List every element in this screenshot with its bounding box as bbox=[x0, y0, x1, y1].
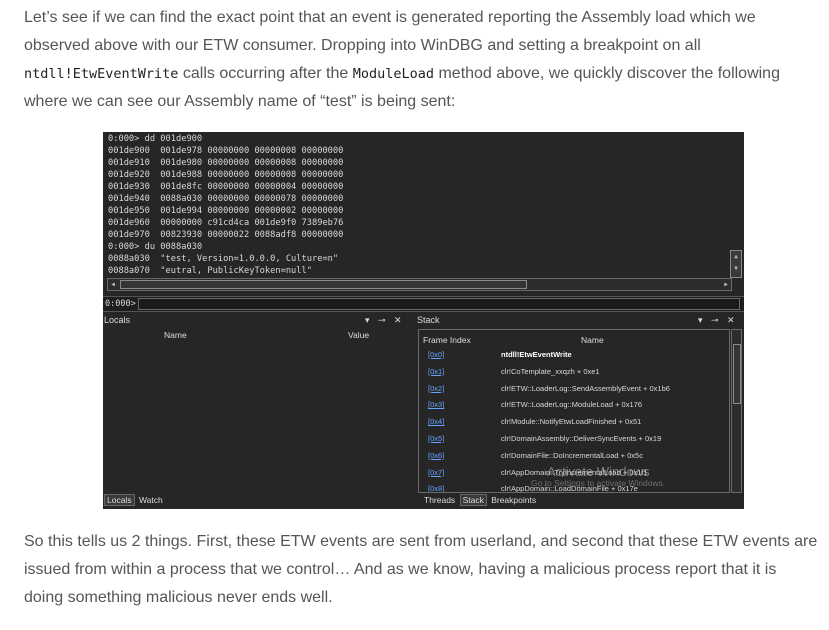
output-line: 0088a070 "eutral, PublicKeyToken=null" bbox=[108, 266, 312, 276]
tab-stack[interactable]: Stack bbox=[459, 494, 487, 506]
output-line: 001de960 00000000 c91cd4ca 001de9f0 7389… bbox=[108, 218, 344, 228]
locals-title: Locals bbox=[104, 315, 131, 325]
frame-index-link[interactable]: [0x0] bbox=[428, 347, 444, 363]
locals-tabs: Locals Watch bbox=[104, 494, 165, 506]
frame-name: clr!DomainFile::DoIncrementalLoad + 0x5c bbox=[501, 450, 643, 460]
code-moduleload: ModuleLoad bbox=[352, 66, 435, 82]
scroll-thumb[interactable] bbox=[120, 280, 527, 289]
stack-tabs: Threads Stack Breakpoints bbox=[422, 494, 538, 506]
locals-panel-controls[interactable]: ▾ ⊸ ✕ bbox=[365, 314, 405, 326]
command-input[interactable] bbox=[138, 298, 740, 310]
output-horizontal-scrollbar[interactable]: ◀ ▶ bbox=[107, 278, 732, 291]
stack-frame-row[interactable]: [0x3] clr!ETW::LoaderLog::ModuleLoad + 0x… bbox=[419, 397, 729, 413]
code-etweventwrite: ntdll!EtwEventWrite bbox=[24, 66, 179, 82]
activate-windows-hint: Go to Settings to activate Windows. bbox=[531, 478, 666, 488]
frame-name: ntdll!EtwEventWrite bbox=[501, 350, 572, 359]
output-line: 001de930 001de8fc 00000000 00000004 0000… bbox=[108, 182, 344, 192]
activate-windows-watermark: Activate Windows bbox=[547, 464, 650, 479]
output-scrollbar[interactable]: ▲ ▼ bbox=[730, 250, 742, 278]
output-line: 001de900 001de978 00000000 00000008 0000… bbox=[108, 146, 344, 156]
windbg-screenshot: 0:000> dd 001de900 001de900 001de978 0000… bbox=[103, 132, 744, 509]
frame-index-link[interactable]: [0x2] bbox=[428, 381, 444, 397]
tab-watch[interactable]: Watch bbox=[137, 495, 165, 505]
stack-frame-row[interactable]: [0x2] clr!ETW::LoaderLog::SendAssemblyEve… bbox=[419, 381, 729, 397]
output-line: 0088a030 "test, Version=1.0.0.0, Culture… bbox=[108, 254, 339, 264]
stack-scrollbar[interactable] bbox=[731, 329, 742, 493]
locals-col-name[interactable]: Name bbox=[164, 329, 187, 341]
stack-frame-row[interactable]: [0x1] clr!CoTemplate_xxqzh + 0xe1 bbox=[419, 364, 729, 380]
output-line: 0:000> dd 001de900 bbox=[108, 134, 203, 144]
command-bar: 0:000> bbox=[103, 296, 744, 312]
stack-scroll-thumb[interactable] bbox=[733, 344, 741, 404]
locals-col-value[interactable]: Value bbox=[348, 329, 369, 341]
frame-index-link[interactable]: [0x8] bbox=[428, 481, 444, 492]
scroll-right-icon[interactable]: ▶ bbox=[721, 279, 731, 290]
locals-panel: Locals ▾ ⊸ ✕ Name Value Locals Watch bbox=[103, 313, 411, 509]
output-line: 001de970 00823930 00000022 0088adf8 0000… bbox=[108, 230, 344, 240]
stack-frame-row[interactable]: [0x6] clr!DomainFile::DoIncrementalLoad +… bbox=[419, 448, 729, 464]
locals-list bbox=[104, 343, 410, 493]
frame-index-link[interactable]: [0x3] bbox=[428, 397, 444, 413]
stack-frame-row[interactable]: [0x4] clr!Module::NotifyEtwLoadFinished +… bbox=[419, 414, 729, 430]
frame-index-link[interactable]: [0x4] bbox=[428, 414, 444, 430]
stack-frame-row[interactable]: [0x0] ntdll!EtwEventWrite bbox=[419, 347, 729, 363]
stack-panel: Stack ▾ ⊸ ✕ Frame Index Name [0x0] ntdll!… bbox=[416, 313, 744, 509]
output-line: 0:000> du 0088a030 bbox=[108, 242, 203, 252]
stack-col-frame-index[interactable]: Frame Index bbox=[423, 334, 471, 346]
frame-name: clr!ETW::LoaderLog::ModuleLoad + 0x176 bbox=[501, 400, 642, 410]
frame-name: clr!DomainAssembly::DeliverSyncEvents + … bbox=[501, 434, 662, 443]
output-line: 001de910 001de980 00000000 00000008 0000… bbox=[108, 158, 344, 168]
output-line: 001de920 001de988 00000000 00000008 0000… bbox=[108, 170, 344, 180]
tab-locals[interactable]: Locals bbox=[104, 494, 135, 506]
frame-index-link[interactable]: [0x1] bbox=[428, 364, 444, 380]
tab-threads[interactable]: Threads bbox=[422, 495, 457, 505]
conclusion-paragraph: So this tells us 2 things. First, these … bbox=[24, 533, 818, 606]
frame-index-link[interactable]: [0x6] bbox=[428, 448, 444, 464]
intro-paragraph: Let’s see if we can find the exact point… bbox=[24, 9, 780, 110]
frame-name: clr!ETW::LoaderLog::SendAssemblyEvent + … bbox=[501, 383, 670, 393]
tab-breakpoints[interactable]: Breakpoints bbox=[489, 495, 538, 505]
stack-title: Stack bbox=[417, 315, 440, 325]
output-line: 001de940 0088a030 00000000 00000078 0000… bbox=[108, 194, 344, 204]
frame-index-link[interactable]: [0x7] bbox=[428, 465, 444, 481]
stack-frame-row[interactable]: [0x5] clr!DomainAssembly::DeliverSyncEven… bbox=[419, 431, 729, 447]
stack-panel-controls[interactable]: ▾ ⊸ ✕ bbox=[698, 314, 738, 326]
output-line: 001de950 001de994 00000000 00000002 0000… bbox=[108, 206, 344, 216]
frame-index-link[interactable]: [0x5] bbox=[428, 431, 444, 447]
scroll-left-icon[interactable]: ◀ bbox=[108, 279, 118, 290]
frame-name: clr!Module::NotifyEtwLoadFinished + 0x51 bbox=[501, 417, 642, 427]
command-prompt: 0:000> bbox=[105, 299, 136, 309]
frame-name: clr!CoTemplate_xxqzh + 0xe1 bbox=[501, 366, 600, 376]
stack-col-name[interactable]: Name bbox=[581, 334, 604, 346]
